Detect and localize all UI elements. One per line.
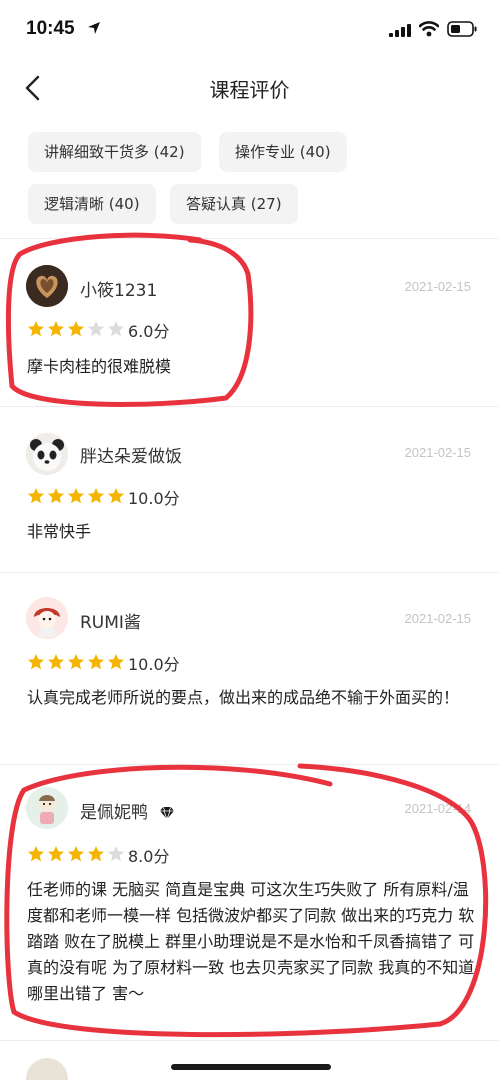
star-empty-icon — [88, 321, 104, 337]
tag-chip[interactable]: 逻辑清晰 (40) — [28, 184, 156, 224]
star-filled-icon — [68, 321, 84, 337]
review-text: 非常快手 — [27, 522, 92, 541]
review-item: 胖达朵爱做饭 2021-02-15 10.0分 非常快手 — [0, 406, 499, 572]
tag-chip[interactable]: 操作专业 (40) — [219, 132, 347, 172]
user-avatar[interactable] — [26, 433, 68, 475]
username-row: 是佩妮鸭 — [80, 798, 175, 823]
review-date: 2021-02-15 — [404, 445, 472, 460]
review-text: 任老师的课 无脑买 简直是宝典 可这次生巧失败了 所有原料/温度都和老师一模一样… — [27, 880, 475, 1003]
username: 小筱1231 — [80, 281, 158, 301]
rating-score: 6.0分 — [128, 322, 170, 341]
star-filled-icon — [28, 846, 44, 862]
user-avatar[interactable] — [26, 265, 68, 307]
star-empty-icon — [108, 321, 124, 337]
star-filled-icon — [48, 321, 64, 337]
star-filled-icon — [48, 654, 64, 670]
review-text: 认真完成老师所说的要点，做出来的成品绝不输于外面买的！ — [27, 688, 460, 707]
star-filled-icon — [88, 654, 104, 670]
star-filled-icon — [28, 654, 44, 670]
review-text: 摩卡肉桂的很难脱模 — [27, 357, 172, 376]
user-avatar[interactable] — [26, 597, 68, 639]
star-filled-icon — [68, 846, 84, 862]
rating-score: 8.0分 — [128, 847, 170, 866]
username: 胖达朵爱做饭 — [80, 447, 182, 467]
rating-stars — [27, 320, 127, 338]
status-bar: 10:45 — [0, 0, 499, 60]
rating-stars — [27, 845, 127, 863]
star-filled-icon — [108, 654, 124, 670]
star-filled-icon — [68, 654, 84, 670]
user-avatar[interactable] — [26, 787, 68, 829]
star-filled-icon — [88, 488, 104, 504]
star-filled-icon — [28, 321, 44, 337]
tag-chip[interactable]: 讲解细致干货多 (42) — [28, 132, 201, 172]
page-title: 课程评价 — [209, 78, 290, 102]
battery-icon — [447, 21, 477, 37]
star-filled-icon — [48, 488, 64, 504]
review-date: 2021-02-14 — [404, 801, 472, 816]
diamond-icon — [160, 806, 175, 820]
nav-bar: 课程评价 — [0, 60, 499, 116]
location-arrow-icon — [88, 22, 100, 34]
cellular-signal-icon — [389, 24, 411, 37]
avatar-image — [26, 787, 68, 829]
star-filled-icon — [88, 846, 104, 862]
username: RUMI酱 — [80, 613, 141, 633]
avatar-image — [26, 265, 68, 307]
avatar-image — [26, 433, 68, 475]
review-item: 是佩妮鸭 2021-02-14 8.0分 任老师的课 无脑买 简直是宝典 可这次… — [0, 764, 499, 1040]
star-filled-icon — [108, 488, 124, 504]
user-avatar[interactable] — [26, 1058, 68, 1080]
rating-stars — [27, 653, 127, 671]
star-filled-icon — [28, 488, 44, 504]
status-time: 10:45 — [26, 18, 75, 39]
username: 是佩妮鸭 — [80, 803, 148, 823]
wifi-icon — [419, 21, 439, 37]
review-item: 小筱1231 2021-02-15 6.0分 摩卡肉桂的很难脱模 — [0, 238, 499, 406]
review-date: 2021-02-15 — [404, 279, 472, 294]
rating-score: 10.0分 — [128, 655, 180, 674]
rating-score: 10.0分 — [128, 489, 180, 508]
tag-chip[interactable]: 答疑认真 (27) — [170, 184, 298, 224]
home-indicator — [171, 1064, 331, 1070]
rating-stars — [27, 487, 127, 505]
divider — [0, 1040, 499, 1041]
star-filled-icon — [68, 488, 84, 504]
review-date: 2021-02-15 — [404, 611, 472, 626]
star-empty-icon — [108, 846, 124, 862]
avatar-image — [26, 597, 68, 639]
star-filled-icon — [48, 846, 64, 862]
review-item: RUMI酱 2021-02-15 10.0分 认真完成老师所说的要点，做出来的成… — [0, 572, 499, 764]
